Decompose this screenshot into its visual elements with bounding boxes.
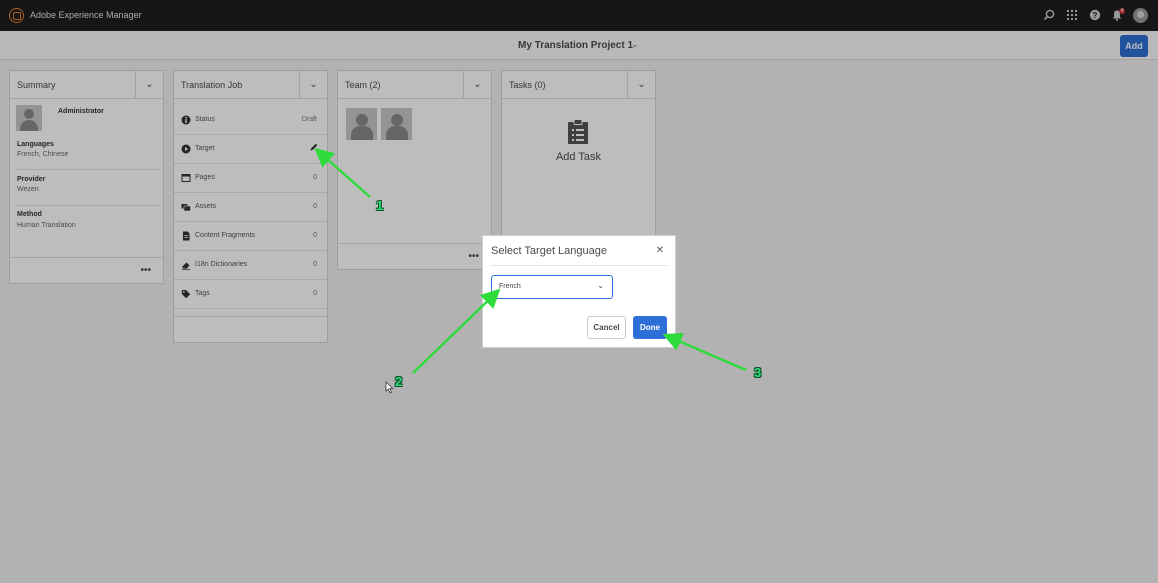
target-language-select[interactable]: French ⌄ — [491, 275, 613, 299]
step-3-label: 3 — [754, 365, 762, 380]
done-button[interactable]: Done — [633, 316, 667, 339]
dialog-title: Select Target Language — [491, 245, 607, 257]
select-value: French — [499, 283, 521, 290]
mouse-cursor-icon — [385, 381, 394, 394]
close-icon[interactable]: ✕ — [656, 245, 664, 256]
step-2-label: 2 — [395, 374, 403, 389]
chevron-down-icon: ⌄ — [597, 281, 604, 290]
step-1-label: 1 — [376, 198, 384, 213]
select-target-language-dialog: Select Target Language ✕ French ⌄ Cancel… — [482, 235, 676, 348]
divider — [491, 265, 667, 266]
cancel-button[interactable]: Cancel — [587, 316, 626, 339]
